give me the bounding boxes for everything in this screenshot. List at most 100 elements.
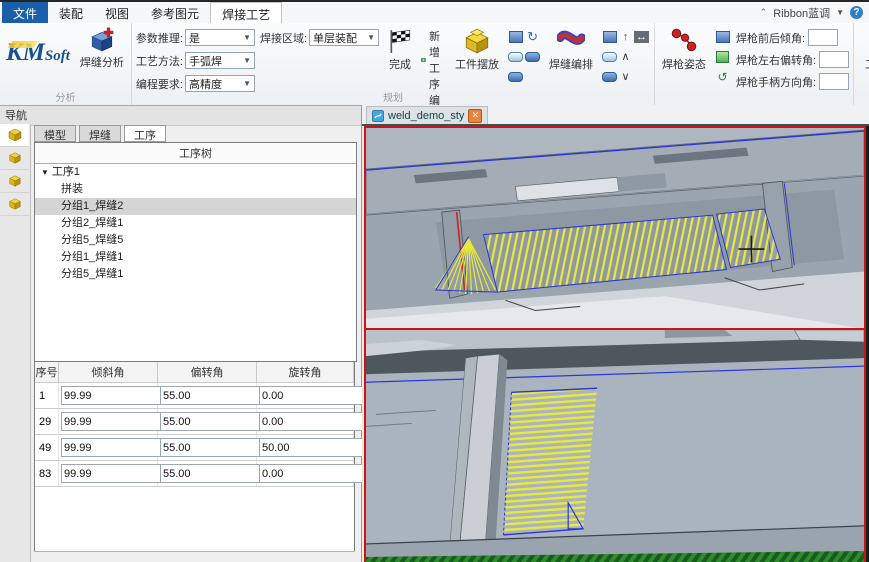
tree-item-group1-seam1[interactable]: 分组1_焊缝1	[35, 249, 356, 266]
add-icon	[421, 54, 426, 66]
angle-up-icon[interactable]: ∧	[622, 51, 630, 63]
viewport-area: weld_demo_sty ✕	[362, 105, 869, 562]
capsule-blue-icon[interactable]	[525, 52, 540, 62]
weld-arrange-button[interactable]: 焊缝编排	[546, 25, 596, 72]
help-icon[interactable]: ?	[850, 6, 863, 19]
refresh-icon[interactable]: ↻	[527, 31, 538, 43]
kmsoft-logo: KMSoft	[4, 25, 72, 67]
table-row: 1 ▲▼ ▲▼ ▲▼	[35, 383, 354, 409]
menu-tab-reference[interactable]: 参考图元	[140, 2, 210, 23]
torch-pose-button[interactable]: 焊枪姿态	[659, 25, 709, 72]
menu-tab-welding-process[interactable]: 焊接工艺	[210, 2, 282, 23]
tree-node-process1[interactable]: ▼工序1	[35, 164, 356, 181]
col-header-rotate: 旋转角	[257, 362, 354, 382]
tree-item-group1-seam2[interactable]: 分组1_焊缝2	[35, 198, 356, 215]
tree-root-label: 工序1	[52, 166, 80, 178]
nav-strip-part-button[interactable]	[0, 147, 29, 170]
group-label-pose	[659, 92, 849, 105]
weld-region-value: 单层装配	[313, 30, 357, 46]
logo-text: Soft	[45, 48, 70, 64]
nav-tabs: 模型 焊缝 工序	[34, 125, 166, 142]
chevron-down-icon[interactable]: ▼	[836, 8, 844, 17]
process-simulate-button[interactable]: 工艺仿真	[862, 25, 869, 72]
tree-item-group5-seam5[interactable]: 分组5_焊缝5	[35, 232, 356, 249]
collapse-ribbon-icon[interactable]: ⌃	[760, 7, 768, 18]
program-requirement-select[interactable]: 高精度 ▼	[185, 75, 255, 92]
tool-chip-icon[interactable]	[509, 31, 523, 43]
add-process-label: 新增工序	[429, 28, 447, 92]
nav-strip-part-button[interactable]	[0, 124, 29, 147]
program-requirement-label: 编程要求:	[136, 76, 183, 92]
tool-chip-icon[interactable]	[603, 31, 617, 43]
finish-label: 完成	[389, 56, 411, 72]
torch-handle-label: 焊枪手柄方向角:	[736, 74, 816, 90]
chevron-down-icon: ▼	[243, 33, 251, 42]
param-inference-label: 参数推理:	[136, 30, 183, 46]
viewport-bottom-3d[interactable]	[364, 328, 866, 562]
menu-tab-assembly[interactable]: 装配	[48, 2, 94, 23]
part-icon	[8, 197, 22, 211]
document-tab-title: weld_demo_sty	[388, 110, 464, 122]
group-label-analysis: 分析	[4, 92, 127, 105]
weld-arrange-icon	[557, 27, 585, 55]
nav-strip-part-button[interactable]	[0, 170, 29, 193]
capsule-blue-icon[interactable]	[508, 72, 523, 82]
param-inference-value: 是	[189, 30, 200, 46]
param-inference-select[interactable]: 是 ▼	[185, 29, 255, 46]
application-window: 文件 装配 视图 参考图元 焊接工艺 ⌃ Ribbon蓝调 ▼ ? KMSoft…	[0, 0, 869, 562]
ribbon-group-analysis: KMSoft 焊缝分析 分析	[0, 23, 132, 105]
simulate-label: 工艺仿真	[865, 56, 869, 72]
tab-model[interactable]: 模型	[34, 125, 76, 142]
row-no: 49	[35, 435, 59, 460]
torch-pitch-input[interactable]	[808, 29, 838, 46]
process-method-select[interactable]: 手弧焊 ▼	[185, 52, 255, 69]
finish-button[interactable]: 完成	[384, 25, 416, 72]
document-tab-bar: weld_demo_sty ✕	[362, 105, 869, 126]
torch-yaw-input[interactable]	[819, 51, 849, 68]
program-requirement-value: 高精度	[189, 76, 222, 92]
arrow-up-icon[interactable]: ↑	[623, 31, 629, 43]
process-tree: 工序树 ▼工序1 拼装 分组1_焊缝2 分组2_焊缝1 分组5_焊缝5 分组1_…	[34, 142, 357, 362]
tab-weld-seam[interactable]: 焊缝	[79, 125, 121, 142]
tree-expand-icon[interactable]: ▼	[41, 168, 49, 177]
viewport-top-3d[interactable]	[364, 126, 866, 331]
tree-item-group2-seam1[interactable]: 分组2_焊缝1	[35, 215, 356, 232]
ribbon-theme-selector[interactable]: Ribbon蓝调	[773, 5, 830, 21]
menu-bar: 文件 装配 视图 参考图元 焊接工艺 ⌃ Ribbon蓝调 ▼ ?	[0, 2, 869, 24]
torch-handle-input[interactable]	[819, 73, 849, 90]
nav-strip-part-button[interactable]	[0, 193, 29, 216]
close-icon[interactable]: ✕	[468, 109, 482, 123]
tab-process[interactable]: 工序	[124, 125, 166, 142]
chevron-down-icon: ▼	[243, 56, 251, 65]
spiral-icon[interactable]: ↺	[718, 71, 728, 83]
tree-item-assembly[interactable]: 拼装	[35, 181, 356, 198]
part-place-button[interactable]: 工件摆放	[452, 25, 502, 72]
menu-tab-view[interactable]: 视图	[94, 2, 140, 23]
nav-icon-strip	[0, 124, 31, 562]
document-tab[interactable]: weld_demo_sty ✕	[366, 106, 488, 124]
part-icon	[7, 127, 23, 143]
cube-plus-icon	[89, 27, 115, 53]
checkered-flag-icon	[387, 27, 413, 55]
process-method-label: 工艺方法:	[136, 53, 183, 69]
tree-item-group5-seam1[interactable]: 分组5_焊缝1	[35, 266, 356, 283]
navigation-panel: 导航 模型 焊缝 工序 工序树 ▼工序1 拼装	[0, 105, 362, 562]
ribbon-group-planning: 参数推理: 是 ▼ 工艺方法: 手弧焊 ▼ 编程	[132, 23, 655, 105]
capsule-blue-icon[interactable]	[602, 72, 617, 82]
menu-tab-file[interactable]: 文件	[2, 2, 48, 23]
chevron-down-icon: ▼	[367, 33, 375, 42]
angle-down-icon[interactable]: ∨	[622, 71, 630, 83]
add-process-button[interactable]: 新增工序	[421, 28, 447, 92]
torch-yaw-label: 焊枪左右偏转角:	[736, 52, 816, 68]
weld-arrange-label: 焊缝编排	[549, 56, 593, 72]
weld-region-select[interactable]: 单层装配 ▼	[309, 29, 379, 46]
arrow-horizontal-icon[interactable]: ↔	[634, 31, 649, 43]
table-row: 83 ▲▼ ▲▼ ▲▼	[35, 461, 354, 487]
capsule-light-icon[interactable]	[508, 52, 523, 62]
tool-chip-icon[interactable]	[716, 31, 730, 43]
green-chip-icon[interactable]	[716, 51, 729, 63]
row-no: 83	[35, 461, 59, 486]
table-row: 49 ▲▼ ▲▼ ▲▼	[35, 435, 354, 461]
capsule-light-icon[interactable]	[602, 52, 617, 62]
weld-analysis-button[interactable]: 焊缝分析	[77, 25, 127, 70]
